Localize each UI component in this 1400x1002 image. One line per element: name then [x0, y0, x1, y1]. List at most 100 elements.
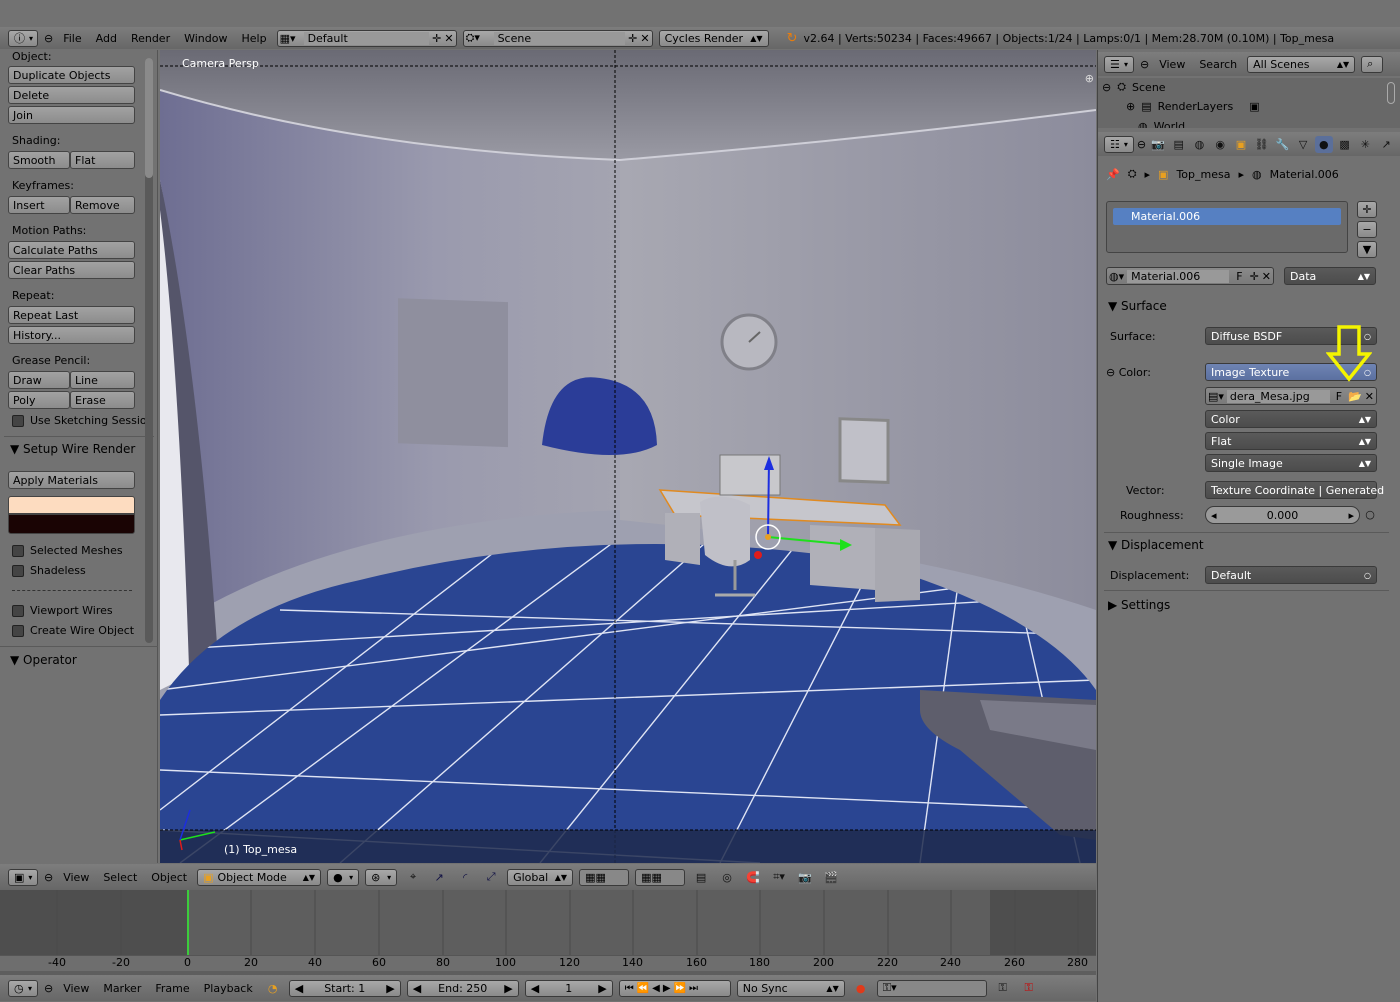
rotate-icon[interactable]: ◜ — [455, 869, 475, 886]
displacement-panel-header[interactable]: ▼ Displacement — [1108, 538, 1204, 552]
playback-controls[interactable]: ⏮⏪◀▶⏩⏭ — [618, 979, 731, 997]
add-slot-button[interactable]: ✛ — [1357, 201, 1377, 218]
outliner-row-renderlayers[interactable]: ⊕ ▤ RenderLayers ▣ — [1126, 100, 1260, 113]
scene-selector[interactable]: ⛭▾ Scene ✛ ✕ — [462, 29, 653, 47]
menu-window[interactable]: Window — [180, 32, 231, 45]
world-tab-icon[interactable]: ◉ — [1211, 136, 1229, 153]
keying-set-field[interactable]: ⚿▾ — [876, 979, 987, 997]
object-tab-icon[interactable]: ▣ — [1232, 136, 1250, 153]
material-slots-list[interactable]: Material.006 — [1106, 201, 1348, 253]
material-tab-icon[interactable]: ● — [1314, 135, 1333, 153]
link-dropdown[interactable]: Data ▲▼ — [1284, 267, 1376, 285]
lock-layers-icon[interactable]: ▤ — [691, 869, 711, 886]
sync-dropdown[interactable]: No Sync ▲▼ — [736, 979, 845, 997]
wire-color-swatch[interactable] — [8, 496, 135, 514]
editor-type-button[interactable]: ☰ ▾ — [1104, 55, 1134, 73]
smooth-button[interactable]: Smooth — [8, 151, 70, 169]
outliner-scrollbar[interactable] — [1387, 82, 1395, 104]
expand-icon[interactable]: ⊖ — [1102, 81, 1111, 94]
line-button[interactable]: Line — [70, 371, 135, 389]
remove-keyframe-button[interactable]: Remove — [70, 196, 135, 214]
pivot-dropdown[interactable]: ⊛ ▾ — [365, 868, 398, 886]
outliner-row-world[interactable]: ◍ World — [1138, 120, 1185, 128]
timeline-editor[interactable]: -40 -20 0 20 40 60 80 100 120 140 160 18… — [0, 890, 1096, 975]
setup-wire-render-panel[interactable]: ▼ Setup Wire Render — [10, 442, 135, 456]
poly-button[interactable]: Poly — [8, 391, 70, 409]
slot-menu-button[interactable]: ▼ — [1357, 241, 1377, 258]
menu-playback[interactable]: Playback — [200, 982, 257, 995]
clear-paths-button[interactable]: Clear Paths — [8, 261, 135, 279]
operator-panel[interactable]: ▼ Operator — [10, 653, 77, 667]
apply-materials-button[interactable]: Apply Materials — [8, 471, 135, 489]
texture-tab-icon[interactable]: ▩ — [1336, 136, 1354, 153]
insert-keyframe-button[interactable]: Insert — [8, 196, 70, 214]
display-mode-dropdown[interactable]: All Scenes ▲▼ — [1247, 55, 1356, 73]
search-button[interactable]: ⌕ — [1361, 55, 1384, 73]
roughness-slider[interactable]: ◂ 0.000 ▸ — [1205, 506, 1360, 524]
constraints-tab-icon[interactable]: ⛓ — [1253, 136, 1271, 153]
render-anim-icon[interactable]: 🎬 — [821, 869, 841, 886]
menu-object[interactable]: Object — [147, 871, 191, 884]
current-frame-field[interactable]: ◀ 1 ▶ — [524, 979, 613, 997]
keyframe-delete-icon[interactable]: ⚿ — [1019, 980, 1039, 997]
render-still-icon[interactable]: 📷 — [795, 869, 815, 886]
menu-select[interactable]: Select — [99, 871, 141, 884]
renderlayers-tab-icon[interactable]: ▤ — [1170, 136, 1188, 153]
create-wire-object-checkbox[interactable]: Create Wire Object — [12, 624, 134, 637]
surface-panel-header[interactable]: ▼ Surface — [1108, 299, 1167, 313]
shadeless-checkbox[interactable]: Shadeless — [12, 564, 86, 577]
material-slot[interactable]: Material.006 — [1113, 208, 1341, 225]
corner-plus-icon[interactable]: ⊕ — [1085, 72, 1094, 85]
layout-selector[interactable]: ▦▾ Default ✛ ✕ — [276, 29, 457, 47]
menu-add[interactable]: Add — [92, 32, 121, 45]
end-frame-field[interactable]: ◀ End: 250 ▶ — [406, 979, 519, 997]
data-tab-icon[interactable]: ▽ — [1294, 136, 1312, 153]
material-datablock[interactable]: ◍▾ Material.006 F ✛ ✕ — [1106, 267, 1274, 285]
folder-icon[interactable]: 📂 — [1348, 390, 1362, 403]
menu-view[interactable]: View — [1155, 58, 1189, 71]
duplicate-objects-button[interactable]: Duplicate Objects — [8, 66, 135, 84]
preview-range-icon[interactable]: ◔ — [263, 980, 283, 997]
menu-frame[interactable]: Frame — [151, 982, 193, 995]
viewport-shading-dropdown[interactable]: ● ▾ — [327, 868, 360, 886]
collapse-icon[interactable]: ⊖ — [44, 32, 53, 45]
source-dropdown[interactable]: Single Image ▲▼ — [1205, 454, 1377, 472]
start-frame-field[interactable]: ◀ Start: 1 ▶ — [288, 979, 401, 997]
flat-button[interactable]: Flat — [70, 151, 135, 169]
menu-file[interactable]: File — [59, 32, 85, 45]
orientation-dropdown[interactable]: Global ▲▼ — [507, 868, 574, 886]
collapse-icon[interactable]: ⊖ — [1137, 138, 1146, 151]
editor-type-button[interactable]: ▣ ▾ — [8, 868, 38, 886]
render-tab-icon[interactable]: 📷 — [1149, 136, 1167, 153]
join-button[interactable]: Join — [8, 106, 135, 124]
close-icon[interactable]: ✕ — [444, 32, 453, 45]
erase-button[interactable]: Erase — [70, 391, 135, 409]
remove-slot-button[interactable]: − — [1357, 221, 1377, 238]
menu-view[interactable]: View — [59, 982, 93, 995]
keyframe-insert-icon[interactable]: ⚿ — [993, 980, 1013, 997]
editor-type-button[interactable]: ◷ ▾ — [8, 979, 38, 997]
collapse-icon[interactable]: ⊖ — [1140, 58, 1149, 71]
3d-viewport[interactable]: Camera Persp (1) Top_mesa ⊕ — [160, 50, 1096, 863]
fake-user-toggle[interactable]: F — [1333, 390, 1345, 403]
close-icon[interactable]: ✕ — [1365, 390, 1374, 403]
fake-user-toggle[interactable]: F — [1232, 270, 1246, 283]
scale-icon[interactable]: ⤢ — [481, 869, 501, 886]
color-space-dropdown[interactable]: Color ▲▼ — [1205, 410, 1377, 428]
close-icon[interactable]: ✕ — [1262, 270, 1271, 283]
sketching-session-checkbox[interactable]: Use Sketching Sessio — [12, 414, 147, 427]
mode-dropdown[interactable]: ▣ Object Mode ▲▼ — [197, 868, 322, 886]
history-button[interactable]: History... — [8, 326, 135, 344]
info-editor-button[interactable]: ⓘ ▾ — [8, 29, 38, 47]
outliner-row-scene[interactable]: ⊖ ⛭ Scene — [1102, 80, 1166, 94]
menu-render[interactable]: Render — [127, 32, 174, 45]
collapse-icon[interactable]: ⊖ — [44, 871, 53, 884]
record-icon[interactable]: ● — [851, 980, 871, 997]
modifiers-tab-icon[interactable]: 🔧 — [1274, 136, 1292, 153]
add-icon[interactable]: ✛ — [1250, 270, 1259, 283]
repeat-last-button[interactable]: Repeat Last — [8, 306, 135, 324]
projection-dropdown[interactable]: Flat ▲▼ — [1205, 432, 1377, 450]
fill-color-swatch[interactable] — [8, 514, 135, 534]
render-engine-dropdown[interactable]: Cycles Render ▲▼ — [658, 29, 769, 47]
shelf-scrollbar[interactable] — [145, 58, 153, 643]
